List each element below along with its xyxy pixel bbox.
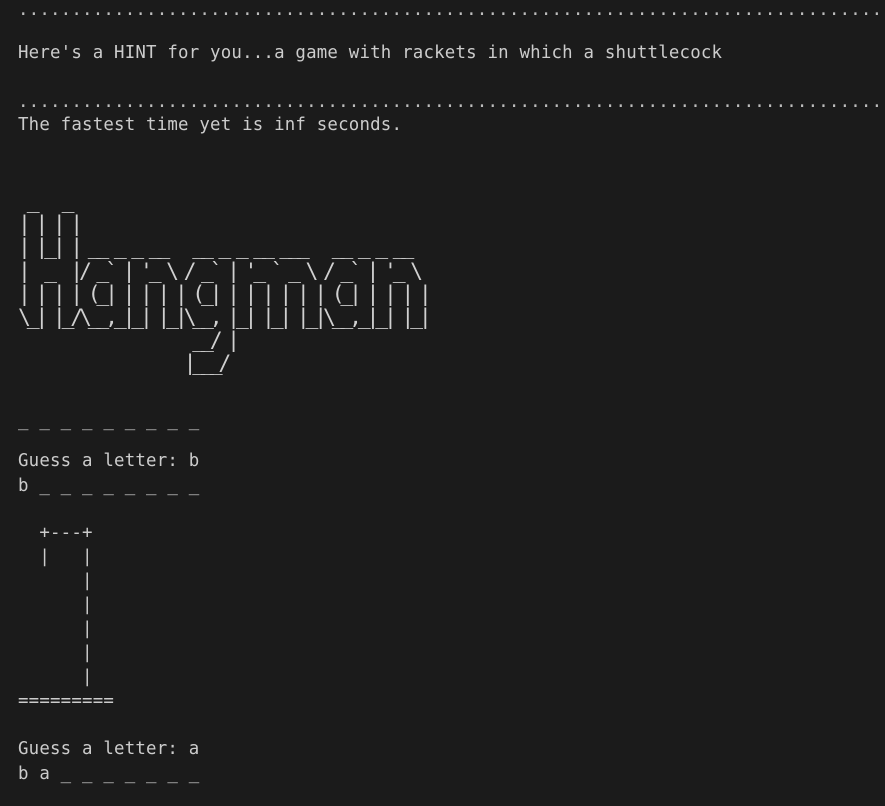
- terminal-window[interactable]: ........................................…: [0, 0, 885, 806]
- separator-top: ........................................…: [18, 0, 885, 20]
- word-progress-initial: _ _ _ _ _ _ _ _ _: [18, 411, 200, 431]
- hint-line: Here's a HINT for you...a game with rack…: [18, 43, 723, 63]
- gallows-art: +---+ | | | | | | | =========: [18, 523, 115, 711]
- word-progress-2: b a _ _ _ _ _ _ _: [18, 764, 200, 784]
- guess-prompt-2: Guess a letter: a: [18, 739, 200, 759]
- word-progress-1: b _ _ _ _ _ _ _ _: [18, 476, 200, 496]
- guess-prompt-1: Guess a letter: b: [18, 451, 200, 471]
- separator-mid: ........................................…: [18, 92, 885, 112]
- fastest-time-line: The fastest time yet is inf seconds.: [18, 115, 403, 135]
- hangman-banner-art: _ _ | | | | | |_| | __ _ _ __ __ _ _ __ …: [18, 189, 432, 376]
